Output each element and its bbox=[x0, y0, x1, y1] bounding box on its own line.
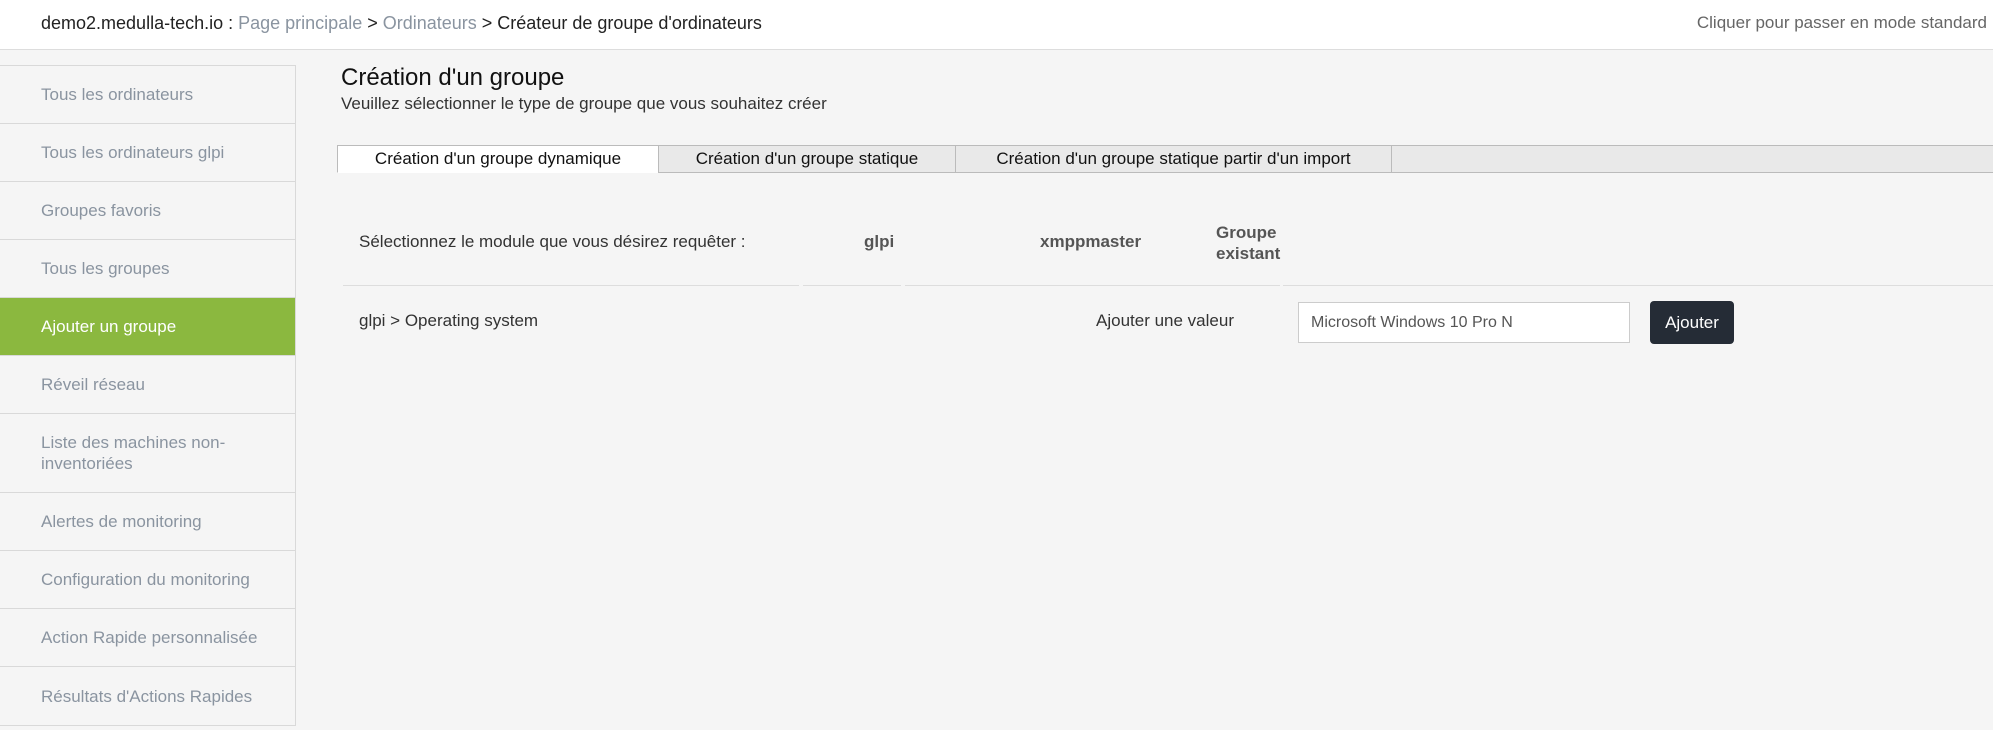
breadcrumb-current: Créateur de groupe d'ordinateurs bbox=[497, 13, 762, 33]
page-subtitle: Veuillez sélectionner le type de groupe … bbox=[341, 94, 827, 113]
add-button[interactable]: Ajouter bbox=[1650, 301, 1734, 344]
breadcrumb-home-link[interactable]: Page principale bbox=[238, 13, 362, 33]
sidebar-item-quick-action-results[interactable]: Résultats d'Actions Rapides bbox=[0, 667, 295, 725]
sidebar-item-all-computers[interactable]: Tous les ordinateurs bbox=[0, 66, 295, 124]
module-glpi[interactable]: glpi bbox=[864, 232, 894, 252]
sidebar-item-wake-on-lan[interactable]: Réveil réseau bbox=[0, 356, 295, 414]
page-title: Création d'un groupe bbox=[341, 64, 565, 91]
divider bbox=[1283, 285, 1993, 286]
sidebar-item-custom-quick-action[interactable]: Action Rapide personnalisée bbox=[0, 609, 295, 667]
add-value-label: Ajouter une valeur bbox=[1096, 311, 1234, 330]
module-existing-group[interactable]: Groupe existant bbox=[1216, 222, 1296, 264]
module-prompt: Sélectionnez le module que vous désirez … bbox=[359, 232, 746, 251]
breadcrumb: demo2.medulla-tech.io : Page principale … bbox=[41, 13, 762, 33]
sidebar-item-monitoring-config[interactable]: Configuration du monitoring bbox=[0, 551, 295, 609]
criterion-label: glpi > Operating system bbox=[359, 311, 539, 330]
tab-dynamic-group[interactable]: Création d'un groupe dynamique bbox=[337, 145, 659, 173]
sidebar-item-add-group[interactable]: Ajouter un groupe bbox=[0, 298, 295, 356]
site-name: demo2.medulla-tech.io bbox=[41, 13, 224, 33]
divider bbox=[803, 285, 901, 286]
tab-static-group-import[interactable]: Création d'un groupe statique partir d'u… bbox=[955, 145, 1392, 173]
divider bbox=[905, 285, 1280, 286]
sidebar-item-all-computers-glpi[interactable]: Tous les ordinateurs glpi bbox=[0, 124, 295, 182]
divider bbox=[343, 285, 799, 286]
sidebar-item-monitoring-alerts[interactable]: Alertes de monitoring bbox=[0, 493, 295, 551]
tab-static-group[interactable]: Création d'un groupe statique bbox=[658, 145, 956, 173]
sidebar: Tous les ordinateurs Tous les ordinateur… bbox=[0, 65, 296, 726]
top-bar: demo2.medulla-tech.io : Page principale … bbox=[0, 0, 1993, 50]
standard-mode-link[interactable]: Cliquer pour passer en mode standard bbox=[1697, 13, 1987, 33]
module-xmppmaster[interactable]: xmppmaster bbox=[1040, 232, 1141, 252]
sidebar-item-all-groups[interactable]: Tous les groupes bbox=[0, 240, 295, 298]
group-type-tabs: Création d'un groupe dynamique Création … bbox=[337, 145, 1993, 173]
breadcrumb-computers-link[interactable]: Ordinateurs bbox=[383, 13, 477, 33]
sidebar-item-favorite-groups[interactable]: Groupes favoris bbox=[0, 182, 295, 240]
sidebar-item-uninventoried-machines[interactable]: Liste des machines non-inventoriées bbox=[0, 414, 295, 493]
module-selector: Sélectionnez le module que vous désirez … bbox=[343, 205, 1993, 286]
value-input[interactable] bbox=[1298, 302, 1630, 343]
